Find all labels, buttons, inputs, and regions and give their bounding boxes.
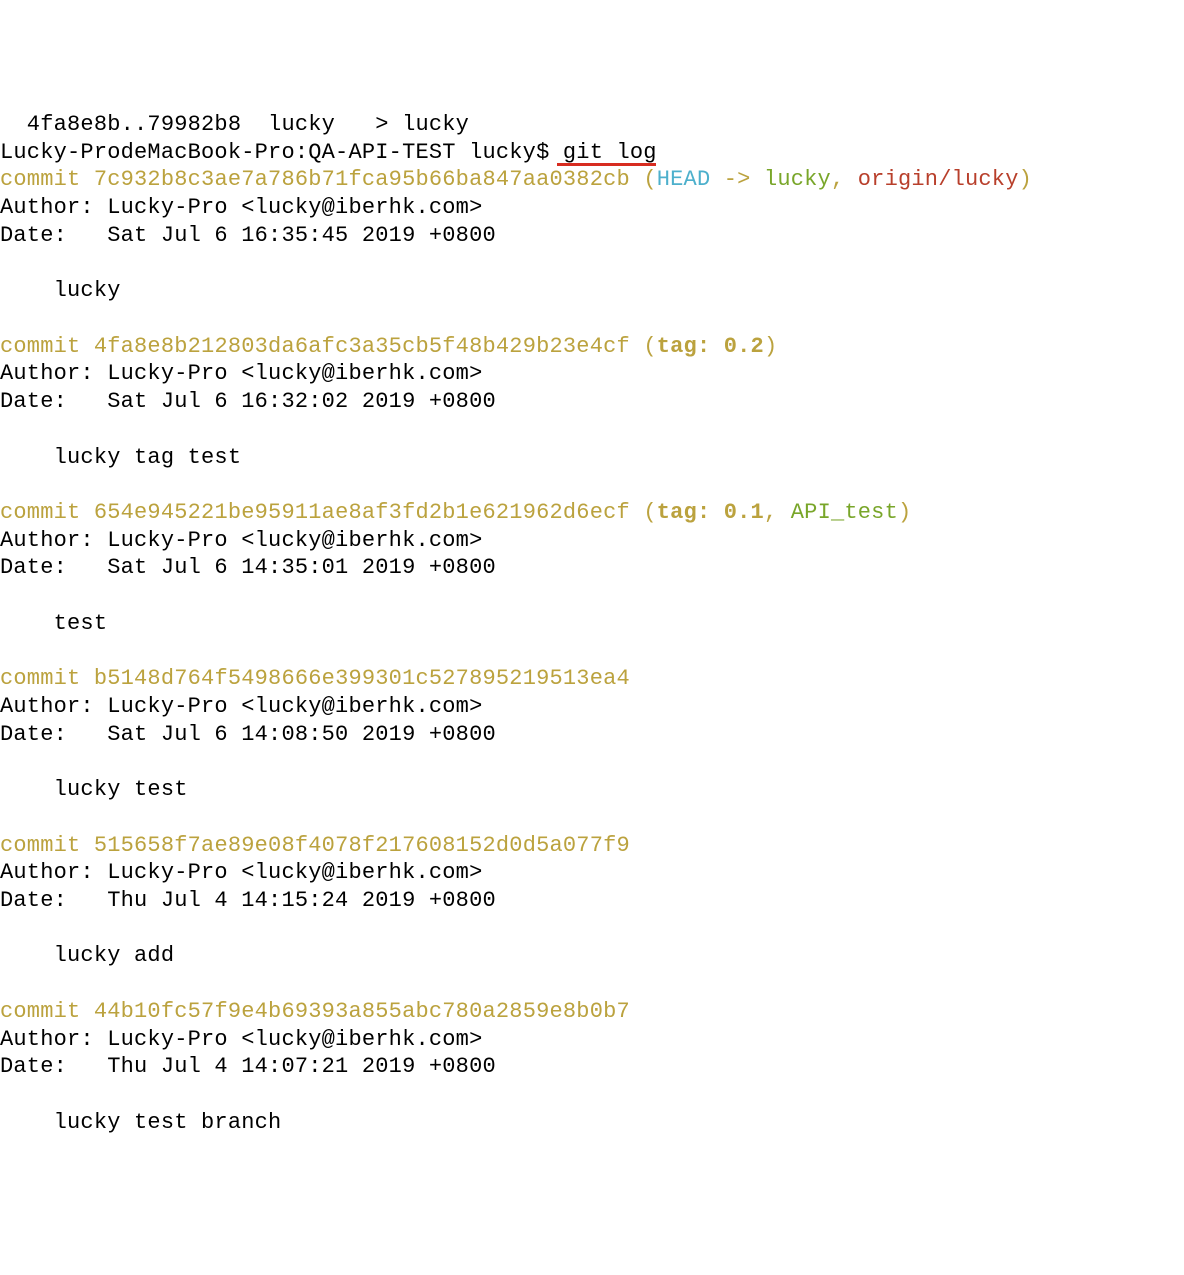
refs-open: ( (630, 334, 657, 359)
date-label: Date: (0, 555, 107, 580)
tag-ref: tag: 0.2 (657, 334, 764, 359)
refs-close: ) (1019, 167, 1032, 192)
commit-message: lucky tag test (0, 445, 241, 470)
commit-prefix: commit (0, 833, 94, 858)
commit-prefix: commit (0, 999, 94, 1024)
refs-sep: , (831, 167, 858, 192)
fragment-line: 4fa8e8b..79982b8 lucky > lucky (0, 112, 469, 137)
tag-ref: tag: 0.1 (657, 500, 764, 525)
refs-sep: , (764, 500, 791, 525)
commit-hash: 4fa8e8b212803da6afc3a35cb5f48b429b23e4cf (94, 334, 630, 359)
terminal-output: 4fa8e8b..79982b8 lucky > lucky Lucky-Pro… (0, 111, 1184, 1137)
commit-message: lucky test branch (0, 1110, 281, 1135)
author-value: Lucky-Pro <lucky@iberhk.com> (107, 361, 482, 386)
date-value: Sat Jul 6 14:08:50 2019 +0800 (107, 722, 496, 747)
date-label: Date: (0, 1054, 107, 1079)
commit-message: lucky test (0, 777, 188, 802)
prompt-text: Lucky-ProdeMacBook-Pro:QA-API-TEST lucky… (0, 140, 657, 165)
author-value: Lucky-Pro <lucky@iberhk.com> (107, 528, 482, 553)
author-label: Author: (0, 694, 107, 719)
refs-open: ( (630, 500, 657, 525)
branch-ref: API_test (791, 500, 898, 525)
commit-prefix: commit (0, 500, 94, 525)
commit-hash: 654e945221be95911ae8af3fd2b1e621962d6ecf (94, 500, 630, 525)
prompt-line[interactable]: Lucky-ProdeMacBook-Pro:QA-API-TEST lucky… (0, 140, 657, 165)
date-label: Date: (0, 223, 107, 248)
date-value: Thu Jul 4 14:07:21 2019 +0800 (107, 1054, 496, 1079)
author-label: Author: (0, 860, 107, 885)
author-value: Lucky-Pro <lucky@iberhk.com> (107, 195, 482, 220)
branch-ref: lucky (764, 167, 831, 192)
arrow: -> (710, 167, 764, 192)
refs-close: ) (898, 500, 911, 525)
author-value: Lucky-Pro <lucky@iberhk.com> (107, 860, 482, 885)
date-label: Date: (0, 722, 107, 747)
author-value: Lucky-Pro <lucky@iberhk.com> (107, 1027, 482, 1052)
commit-hash: 515658f7ae89e08f4078f217608152d0d5a077f9 (94, 833, 630, 858)
author-label: Author: (0, 1027, 107, 1052)
author-label: Author: (0, 195, 107, 220)
commit-hash: b5148d764f5498666e399301c527895219513ea4 (94, 666, 630, 691)
head-ref: HEAD (657, 167, 711, 192)
commit-prefix: commit (0, 334, 94, 359)
date-value: Sat Jul 6 14:35:01 2019 +0800 (107, 555, 496, 580)
commit-hash: 44b10fc57f9e4b69393a855abc780a2859e8b0b7 (94, 999, 630, 1024)
commit-message: lucky add (0, 943, 174, 968)
author-label: Author: (0, 361, 107, 386)
date-label: Date: (0, 888, 107, 913)
author-value: Lucky-Pro <lucky@iberhk.com> (107, 694, 482, 719)
commit-message: lucky (0, 278, 121, 303)
remote-ref: origin/lucky (858, 167, 1019, 192)
commit-hash: 7c932b8c3ae7a786b71fca95b66ba847aa0382cb (94, 167, 630, 192)
date-value: Thu Jul 4 14:15:24 2019 +0800 (107, 888, 496, 913)
author-label: Author: (0, 528, 107, 553)
refs-open: ( (630, 167, 657, 192)
date-value: Sat Jul 6 16:32:02 2019 +0800 (107, 389, 496, 414)
annotation-underline (557, 163, 656, 166)
commit-message: test (0, 611, 107, 636)
date-label: Date: (0, 389, 107, 414)
commit-prefix: commit (0, 666, 94, 691)
date-value: Sat Jul 6 16:35:45 2019 +0800 (107, 223, 496, 248)
commit-prefix: commit (0, 167, 94, 192)
refs-close: ) (764, 334, 777, 359)
